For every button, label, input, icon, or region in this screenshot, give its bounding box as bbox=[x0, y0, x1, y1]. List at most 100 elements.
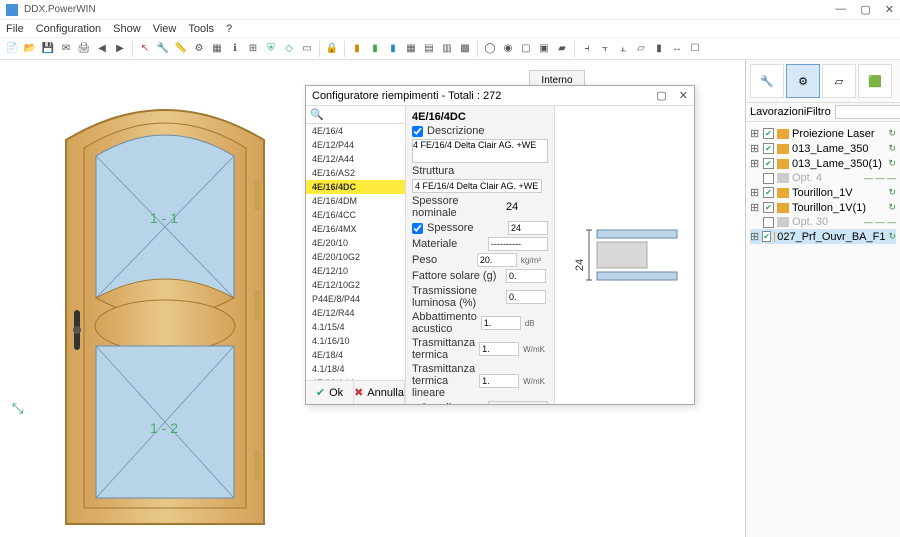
canalina-field[interactable] bbox=[488, 401, 548, 404]
close-icon[interactable]: ✕ bbox=[885, 3, 894, 16]
toolbar-square-icon[interactable]: ▢ bbox=[518, 41, 534, 57]
toolbar-save-icon[interactable]: 💾 bbox=[40, 41, 56, 57]
list-item[interactable]: 4E/16/4DC bbox=[306, 180, 405, 194]
list-search-icon[interactable]: 🔍 bbox=[310, 108, 324, 121]
toolbar-muntin-icon[interactable]: ⊞ bbox=[245, 41, 261, 57]
list-item[interactable]: 4E/16/4DM bbox=[306, 194, 405, 208]
materiale-field[interactable] bbox=[488, 237, 548, 251]
toolbar-align3-icon[interactable]: ⫠ bbox=[615, 41, 631, 57]
toolbar-color3-icon[interactable]: ▮ bbox=[385, 41, 401, 57]
list-item[interactable]: 4E/12/10 bbox=[306, 264, 405, 278]
trasmissione-field[interactable] bbox=[506, 290, 546, 304]
toolbar-align1-icon[interactable]: ⫞ bbox=[579, 41, 595, 57]
filtro-input[interactable] bbox=[835, 105, 900, 119]
menu-view[interactable]: View bbox=[153, 23, 177, 35]
toolbar-prev-icon[interactable]: ◀ bbox=[94, 41, 110, 57]
dialog-maximize-icon[interactable]: ▢ bbox=[656, 89, 666, 102]
door-drawing[interactable]: 1 - 1 1 - 2 bbox=[60, 90, 270, 530]
peso-field[interactable] bbox=[477, 253, 517, 267]
list-item[interactable]: 4E/12/A44 bbox=[306, 152, 405, 166]
list-item[interactable]: 4E/12/R44 bbox=[306, 306, 405, 320]
menu-file[interactable]: File bbox=[6, 23, 24, 35]
spessore-check[interactable] bbox=[412, 223, 423, 234]
toolbar-frame-icon[interactable]: ▭ bbox=[299, 41, 315, 57]
lavorazioni-tree[interactable]: ⊞✔Proiezione Laser↻⊞✔013_Lame_350↻⊞✔013_… bbox=[746, 122, 900, 248]
list-item[interactable]: 4E/16/4MX bbox=[306, 222, 405, 236]
toolbar-mail-icon[interactable]: ✉ bbox=[58, 41, 74, 57]
tree-item[interactable]: ⊞✔013_Lame_350↻ bbox=[750, 141, 896, 156]
dialog-title: Configuratore riempimenti - Totali : 272 bbox=[312, 90, 501, 102]
toolbar-config-icon[interactable]: ⚙ bbox=[191, 41, 207, 57]
spessore-field[interactable] bbox=[508, 221, 548, 235]
abbattimento-field[interactable] bbox=[481, 316, 521, 330]
menu-help[interactable]: ? bbox=[226, 23, 232, 35]
descrizione-field[interactable] bbox=[412, 139, 548, 163]
list-item[interactable]: 4.1/16/10 bbox=[306, 334, 405, 348]
selected-code: 4E/16/4DC bbox=[412, 111, 466, 123]
list-item[interactable]: 4E/16/4 bbox=[306, 124, 405, 138]
list-item[interactable]: 4E/16/4CC bbox=[306, 208, 405, 222]
list-item[interactable]: 4.1/18/4 bbox=[306, 362, 405, 376]
toolbar-circle1-icon[interactable]: ◯ bbox=[482, 41, 498, 57]
toolbar-solid-icon[interactable]: ▰ bbox=[554, 41, 570, 57]
list-item[interactable]: 4E/20/10G2 bbox=[306, 250, 405, 264]
toolbar-pointer-icon[interactable]: ↖ bbox=[137, 41, 153, 57]
menu-show[interactable]: Show bbox=[113, 23, 141, 35]
maximize-icon[interactable]: ▢ bbox=[860, 3, 870, 16]
toolbar-new-icon[interactable]: 📄 bbox=[4, 41, 20, 57]
toolbar-grid3-icon[interactable]: ▥ bbox=[439, 41, 455, 57]
tool-drill-icon[interactable]: ⚙ bbox=[786, 64, 820, 98]
trasmittanza-lineare-field[interactable] bbox=[479, 374, 519, 388]
menu-tools[interactable]: Tools bbox=[188, 23, 214, 35]
toolbar-info-icon[interactable]: ℹ bbox=[227, 41, 243, 57]
dialog-close-icon[interactable]: ✕ bbox=[679, 89, 688, 102]
toolbar-open-icon[interactable]: 📂 bbox=[22, 41, 38, 57]
tree-item[interactable]: ⊞✔Tourillon_1V↻ bbox=[750, 185, 896, 200]
toolbar-measure-icon[interactable]: 📏 bbox=[173, 41, 189, 57]
minimize-icon[interactable]: — bbox=[835, 3, 846, 16]
tool-clamp-icon[interactable]: 🔧 bbox=[750, 64, 784, 98]
toolbar-next-icon[interactable]: ▶ bbox=[112, 41, 128, 57]
tree-item[interactable]: ⊞✔Tourillon_1V(1)↻ bbox=[750, 200, 896, 215]
toolbar-wrench-icon[interactable]: 🔧 bbox=[155, 41, 171, 57]
toolbar-grid4-icon[interactable]: ▩ bbox=[457, 41, 473, 57]
toolbar-box-icon[interactable]: ☐ bbox=[687, 41, 703, 57]
toolbar-cube-icon[interactable]: ▣ bbox=[536, 41, 552, 57]
list-item[interactable]: P44E/8/P44 bbox=[306, 292, 405, 306]
tree-item[interactable]: ⊞✔Proiezione Laser↻ bbox=[750, 126, 896, 141]
tree-item[interactable]: Opt. 4— — — bbox=[750, 171, 896, 185]
toolbar-layers-icon[interactable]: ▦ bbox=[209, 41, 225, 57]
list-item[interactable]: 4E/12/P44 bbox=[306, 138, 405, 152]
list-item[interactable]: 4E/16/AS2 bbox=[306, 166, 405, 180]
toolbar-grid2-icon[interactable]: ▤ bbox=[421, 41, 437, 57]
tree-item[interactable]: ⊞✔013_Lame_350(1)↻ bbox=[750, 156, 896, 171]
annulla-button[interactable]: ✖Annulla bbox=[354, 381, 405, 404]
toolbar-align2-icon[interactable]: ⫟ bbox=[597, 41, 613, 57]
toolbar-shield-icon[interactable]: ⛨ bbox=[263, 41, 279, 57]
toolbar-lock-icon[interactable]: 🔒 bbox=[324, 41, 340, 57]
toolbar-color2-icon[interactable]: ▮ bbox=[367, 41, 383, 57]
list-item[interactable]: 4E/18/4 bbox=[306, 348, 405, 362]
toolbar-plane-icon[interactable]: ▱ bbox=[633, 41, 649, 57]
toolbar-circle2-icon[interactable]: ◉ bbox=[500, 41, 516, 57]
tree-item[interactable]: ⊞✔027_Prf_Ouvr_BA_F1↻ bbox=[750, 229, 896, 244]
toolbar-wall-icon[interactable]: ▮ bbox=[651, 41, 667, 57]
ok-button[interactable]: ✔Ok bbox=[306, 381, 354, 404]
list-item[interactable]: 4.1/15/4 bbox=[306, 320, 405, 334]
tool-block-icon[interactable]: 🟩 bbox=[858, 64, 892, 98]
descrizione-check[interactable] bbox=[412, 126, 423, 137]
toolbar-dim-icon[interactable]: ↔ bbox=[669, 41, 685, 57]
toolbar-color1-icon[interactable]: ▮ bbox=[349, 41, 365, 57]
list-item[interactable]: 4E/20/10 bbox=[306, 236, 405, 250]
fillings-list[interactable]: 4E/16/44E/12/P444E/12/A444E/16/AS24E/16/… bbox=[306, 124, 405, 380]
toolbar-grid1-icon[interactable]: ▦ bbox=[403, 41, 419, 57]
fattore-solare-field[interactable] bbox=[506, 269, 546, 283]
toolbar-print-icon[interactable]: 🖨 bbox=[76, 41, 92, 57]
menu-configuration[interactable]: Configuration bbox=[36, 23, 101, 35]
toolbar-glass-icon[interactable]: ◇ bbox=[281, 41, 297, 57]
tree-item[interactable]: Opt. 30— — — bbox=[750, 215, 896, 229]
tool-panel-icon[interactable]: ▱ bbox=[822, 64, 856, 98]
list-item[interactable]: 4E/12/10G2 bbox=[306, 278, 405, 292]
struttura-field[interactable] bbox=[412, 179, 542, 193]
trasmittanza-field[interactable] bbox=[479, 342, 519, 356]
